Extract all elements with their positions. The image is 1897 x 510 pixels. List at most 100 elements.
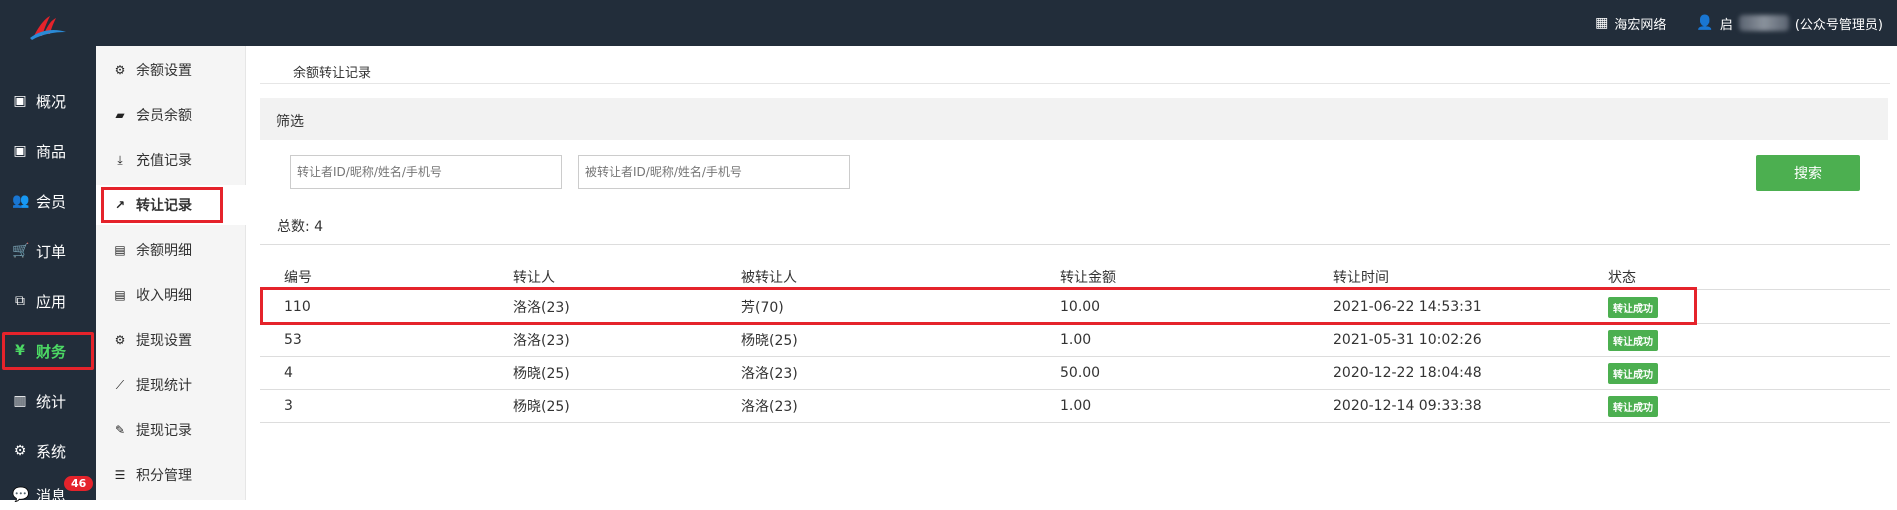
pencil-icon: ✎ — [114, 423, 126, 437]
cell-transferee: 洛洛(23) — [741, 366, 798, 382]
transferor-search-input[interactable] — [290, 155, 562, 189]
bar-chart-icon: ▥ — [13, 393, 27, 409]
gear-icon: ⚙ — [114, 63, 126, 77]
cell-status: 转让成功 — [1608, 357, 1658, 389]
subnav-label: 积分管理 — [136, 468, 192, 484]
nav-label: 商品 — [36, 142, 67, 161]
highlight-box — [101, 187, 223, 223]
column-header: 转让时间 — [1333, 269, 1389, 286]
nav-item-finance[interactable]: ¥ 财务 — [0, 330, 96, 372]
nav-item-overview[interactable]: ▣ 概况 — [0, 80, 96, 122]
subnav-label: 充值记录 — [136, 153, 192, 169]
column-header: 状态 — [1608, 269, 1636, 286]
org-switcher[interactable]: ▦ 海宏网络 — [1595, 14, 1666, 33]
cubes-icon: ⧉ — [15, 293, 25, 309]
nav-item-members[interactable]: 👥 会员 — [0, 180, 96, 222]
subnav-item-recharge-records[interactable]: ⤓ 充值记录 — [96, 140, 246, 180]
nav-label: 会员 — [36, 192, 67, 211]
users-icon: 👥 — [12, 193, 30, 209]
main-content: 余额转让记录 筛选 搜索 总数: 4 编号 转让人 被转让人 转让金额 转让时间… — [260, 46, 1890, 500]
cell-id: 4 — [284, 365, 293, 381]
subnav-item-income-detail[interactable]: ▤ 收入明细 — [96, 275, 246, 315]
subnav-label: 提现统计 — [136, 378, 192, 394]
nav-label: 系统 — [36, 442, 67, 461]
subnav-item-balance-settings[interactable]: ⚙ 余额设置 — [96, 50, 246, 90]
subnav-item-member-balance[interactable]: ▰ 会员余额 — [96, 95, 246, 135]
row-highlight-box — [260, 287, 1697, 325]
cell-amount: 50.00 — [1060, 365, 1101, 381]
status-badge: 转让成功 — [1608, 395, 1658, 417]
nav-label: 消息 — [36, 486, 67, 505]
column-header: 转让人 — [513, 269, 555, 286]
total-count: 总数: 4 — [277, 219, 324, 235]
user-menu[interactable]: 👤 启 (公众号管理员) — [1696, 14, 1883, 33]
status-badge: 转让成功 — [1608, 362, 1658, 384]
user-role: (公众号管理员) — [1794, 17, 1883, 33]
grid-icon: ▦ — [1595, 15, 1609, 31]
status-badge: 转让成功 — [1608, 329, 1658, 351]
transferee-search-input[interactable] — [578, 155, 850, 189]
column-header: 编号 — [284, 269, 312, 286]
nav-label: 统计 — [36, 392, 67, 411]
divider — [260, 244, 1890, 245]
user-initial: 启 — [1719, 17, 1733, 33]
cell-id: 53 — [284, 332, 302, 348]
archive-icon: ▣ — [13, 93, 27, 109]
logo-icon[interactable] — [30, 14, 66, 40]
nav-label: 订单 — [36, 242, 67, 261]
archive-icon: ▣ — [13, 143, 27, 159]
cell-id: 3 — [284, 398, 293, 414]
nav-label: 应用 — [36, 292, 67, 311]
main-nav: ▣ 概况 ▣ 商品 👥 会员 🛒 订单 ⧉ 应用 ¥ 财务 ▥ 统计 ⚙ 系统 … — [0, 46, 96, 505]
filter-header: 筛选 — [260, 98, 1888, 140]
database-icon: ☰ — [114, 468, 126, 482]
nav-item-goods[interactable]: ▣ 商品 — [0, 130, 96, 172]
cell-time: 2020-12-22 18:04:48 — [1333, 365, 1482, 381]
subnav-item-withdraw-records[interactable]: ✎ 提现记录 — [96, 410, 246, 450]
cell-transferee: 杨晓(25) — [741, 333, 798, 349]
top-bar: ▦ 海宏网络 👤 启 (公众号管理员) — [0, 0, 1897, 46]
gear-icon: ⚙ — [114, 333, 126, 347]
line-chart-icon: ⟋ — [115, 377, 125, 392]
subnav-item-withdraw-settings[interactable]: ⚙ 提现设置 — [96, 320, 246, 360]
subnav-label: 提现设置 — [136, 333, 192, 349]
table-row[interactable]: 3 杨晓(25) 洛洛(23) 1.00 2020-12-14 09:33:38… — [260, 390, 1890, 423]
search-button[interactable]: 搜索 — [1756, 155, 1860, 191]
page-title: 余额转让记录 — [293, 66, 372, 81]
cell-transferor: 杨晓(25) — [513, 366, 570, 382]
subnav-label: 余额明细 — [136, 243, 192, 259]
user-icon: 👤 — [1696, 15, 1714, 31]
nav-label: 概况 — [36, 92, 67, 111]
nav-item-stats[interactable]: ▥ 统计 — [0, 380, 96, 422]
filter-label: 筛选 — [276, 114, 304, 130]
cell-time: 2021-05-31 10:02:26 — [1333, 332, 1482, 348]
cell-transferor: 杨晓(25) — [513, 399, 570, 415]
subnav-label: 提现记录 — [136, 423, 192, 439]
column-header: 被转让人 — [741, 269, 797, 286]
subnav-item-withdraw-stats[interactable]: ⟋ 提现统计 — [96, 365, 246, 405]
highlight-box — [2, 332, 94, 370]
subnav-item-balance-detail[interactable]: ▤ 余额明细 — [96, 230, 246, 270]
cogs-icon: ⚙ — [13, 443, 27, 459]
file-icon: ▤ — [114, 288, 126, 302]
cell-transferor: 洛洛(23) — [513, 333, 570, 349]
blurred-username — [1738, 15, 1789, 31]
file-icon: ▤ — [114, 243, 126, 257]
divider — [260, 83, 1890, 84]
nav-item-system[interactable]: ⚙ 系统 — [0, 430, 96, 472]
cell-transferee: 洛洛(23) — [741, 399, 798, 415]
book-icon: ▰ — [115, 108, 125, 122]
subnav-item-points[interactable]: ☰ 积分管理 — [96, 455, 246, 495]
finance-sub-nav: ⚙ 余额设置 ▰ 会员余额 ⤓ 充值记录 ↗ 转让记录 ▤ 余额明细 ▤ 收入明… — [96, 46, 246, 500]
chat-icon: 💬 — [12, 487, 30, 503]
cell-status: 转让成功 — [1608, 390, 1658, 422]
nav-item-orders[interactable]: 🛒 订单 — [0, 230, 96, 272]
org-label: 海宏网络 — [1614, 17, 1667, 33]
column-header: 转让金额 — [1060, 269, 1116, 286]
cell-amount: 1.00 — [1060, 332, 1092, 348]
table-row[interactable]: 53 洛洛(23) 杨晓(25) 1.00 2021-05-31 10:02:2… — [260, 324, 1890, 357]
table-row[interactable]: 4 杨晓(25) 洛洛(23) 50.00 2020-12-22 18:04:4… — [260, 357, 1890, 390]
cell-amount: 1.00 — [1060, 398, 1092, 414]
subnav-item-transfer-records[interactable]: ↗ 转让记录 — [96, 185, 246, 225]
nav-item-apps[interactable]: ⧉ 应用 — [0, 280, 96, 322]
